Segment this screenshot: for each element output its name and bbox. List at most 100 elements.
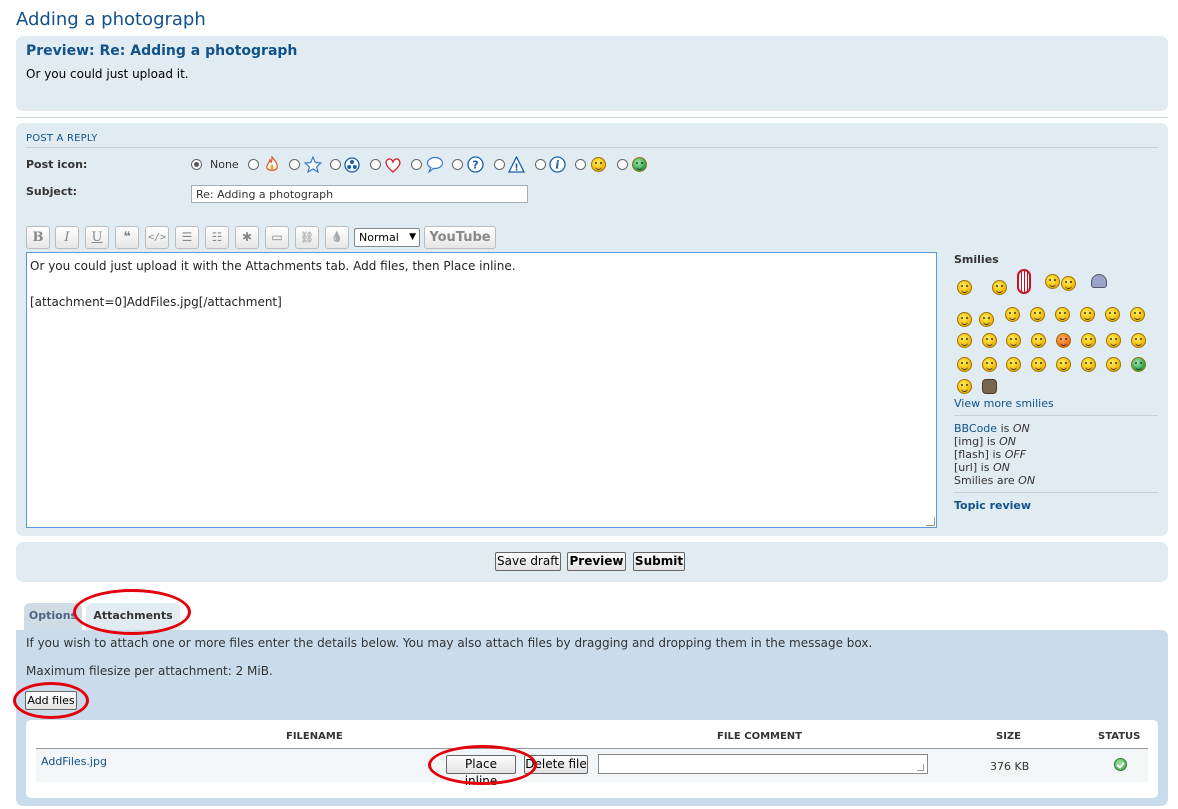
preview-title: Preview: Re: Adding a photograph — [26, 43, 298, 59]
grin-smiley-icon — [632, 157, 647, 172]
list-button[interactable]: ☰ — [175, 226, 199, 249]
post-icon-radio[interactable] — [575, 159, 586, 170]
url-is: is — [980, 461, 990, 474]
smiley-icon[interactable] — [1130, 307, 1145, 322]
post-icon-radio[interactable] — [494, 159, 505, 170]
smilies-is: are — [996, 474, 1015, 487]
post-icon-radio[interactable] — [617, 159, 628, 170]
smiley-icon[interactable] — [957, 379, 972, 394]
img-label: [img] — [954, 435, 984, 448]
highlight-ring — [428, 745, 537, 785]
radioactive-icon — [344, 157, 360, 173]
ordered-list-button[interactable]: ☷ — [205, 226, 229, 249]
smilies-value: ON — [1018, 474, 1036, 487]
sidebar-divider — [954, 415, 1158, 416]
smiley-icon[interactable] — [1131, 357, 1146, 372]
svg-text:?: ? — [472, 159, 478, 172]
star-icon — [304, 156, 322, 173]
color-button[interactable]: 💧 — [325, 226, 349, 249]
smiley-icon[interactable] — [1056, 357, 1071, 372]
smiley-icon[interactable] — [1080, 307, 1095, 322]
status-header: STATUS — [1098, 731, 1141, 742]
bold-button[interactable]: B — [26, 226, 50, 249]
url-label: [url] — [954, 461, 978, 474]
bear-icon[interactable] — [982, 379, 997, 394]
smiley-icon[interactable] — [1005, 307, 1020, 322]
smiley-icon[interactable] — [1055, 307, 1070, 322]
bbcode-status: BBCode is ON — [954, 422, 1030, 435]
flash-is: is — [992, 448, 1002, 461]
smiley-icon[interactable] — [982, 333, 997, 348]
filename-header: FILENAME — [286, 731, 343, 742]
post-icon-radio[interactable] — [248, 159, 259, 170]
save-draft-button[interactable]: Save draft — [495, 552, 561, 571]
smiley-icon[interactable] — [979, 312, 994, 327]
font-size-select[interactable]: Normal ▼ — [354, 228, 420, 247]
smiley-icon[interactable] — [1056, 333, 1071, 348]
speech-bubble-icon — [426, 156, 443, 173]
list-item-button[interactable]: ✱ — [235, 226, 259, 249]
file-comment-header: FILE COMMENT — [717, 731, 802, 742]
file-comment-input[interactable] — [598, 754, 928, 774]
message-textarea[interactable]: Or you could just upload it with the Att… — [26, 252, 937, 528]
smiley-icon[interactable] — [1131, 333, 1146, 348]
smiley-icon[interactable] — [1017, 269, 1031, 294]
post-icon-radio[interactable] — [370, 159, 381, 170]
code-button[interactable]: </> — [145, 226, 169, 249]
topic-review-link[interactable]: Topic review — [954, 499, 1031, 512]
font-size-value: Normal — [359, 231, 399, 244]
smiley-icon[interactable] — [1031, 333, 1046, 348]
smiley-icon[interactable] — [1081, 333, 1096, 348]
smiley-icon[interactable] — [1030, 307, 1045, 322]
smiley-icon[interactable] — [957, 333, 972, 348]
youtube-button[interactable]: YouTube — [424, 226, 496, 249]
max-filesize: Maximum filesize per attachment: 2 MiB. — [26, 664, 273, 678]
img-status: [img] is ON — [954, 435, 1016, 448]
smiley-icon[interactable] — [1081, 357, 1096, 372]
smilies-status: Smilies are ON — [954, 474, 1035, 487]
section-divider — [26, 147, 1158, 148]
preview-button[interactable]: Preview — [567, 552, 626, 571]
table-row — [36, 748, 1148, 782]
bbcode-is: is — [1000, 422, 1010, 435]
flash-status: [flash] is OFF — [954, 448, 1026, 461]
post-icon-radio[interactable] — [411, 159, 422, 170]
smiley-icon[interactable] — [1105, 307, 1120, 322]
attachment-filename-link[interactable]: AddFiles.jpg — [41, 755, 107, 768]
italic-button[interactable]: I — [55, 226, 79, 249]
highlight-ring — [73, 589, 191, 635]
resize-handle-icon[interactable] — [926, 517, 935, 526]
post-icon-radio[interactable] — [452, 159, 463, 170]
quote-button[interactable]: ❝ — [115, 226, 139, 249]
smiley-icon[interactable] — [957, 280, 972, 295]
post-icon-none-radio[interactable] — [191, 159, 202, 170]
smiley-icon[interactable] — [1106, 333, 1121, 348]
flash-label: [flash] — [954, 448, 989, 461]
smiley-icon[interactable] — [957, 357, 972, 372]
chevron-down-icon: ▼ — [409, 232, 416, 242]
url-value: ON — [992, 461, 1010, 474]
smiley-icon[interactable] — [1006, 357, 1021, 372]
resize-handle-icon[interactable] — [917, 764, 924, 771]
subject-input[interactable] — [191, 185, 528, 203]
post-icon-radio[interactable] — [535, 159, 546, 170]
post-icon-radio[interactable] — [330, 159, 341, 170]
post-icon-radio[interactable] — [289, 159, 300, 170]
view-more-smilies-link[interactable]: View more smilies — [954, 397, 1054, 410]
preview-body: Or you could just upload it. — [26, 67, 189, 81]
image-button[interactable]: ▭ — [265, 226, 289, 249]
url-button[interactable]: ⛓ — [295, 226, 319, 249]
smiley-icon[interactable] — [1091, 274, 1107, 288]
smiley-icon[interactable] — [1006, 333, 1021, 348]
smiley-icon[interactable] — [1061, 276, 1076, 291]
smiley-icon[interactable] — [982, 357, 997, 372]
smiley-icon[interactable] — [1106, 357, 1121, 372]
bbcode-link[interactable]: BBCode — [954, 422, 997, 435]
smiley-icon[interactable] — [1045, 274, 1060, 289]
smiley-icon[interactable] — [1031, 357, 1046, 372]
file-size: 376 KB — [990, 760, 1030, 773]
submit-button[interactable]: Submit — [633, 552, 685, 571]
underline-button[interactable]: U — [85, 226, 109, 249]
smiley-icon[interactable] — [957, 312, 972, 327]
smiley-icon[interactable] — [992, 280, 1007, 295]
